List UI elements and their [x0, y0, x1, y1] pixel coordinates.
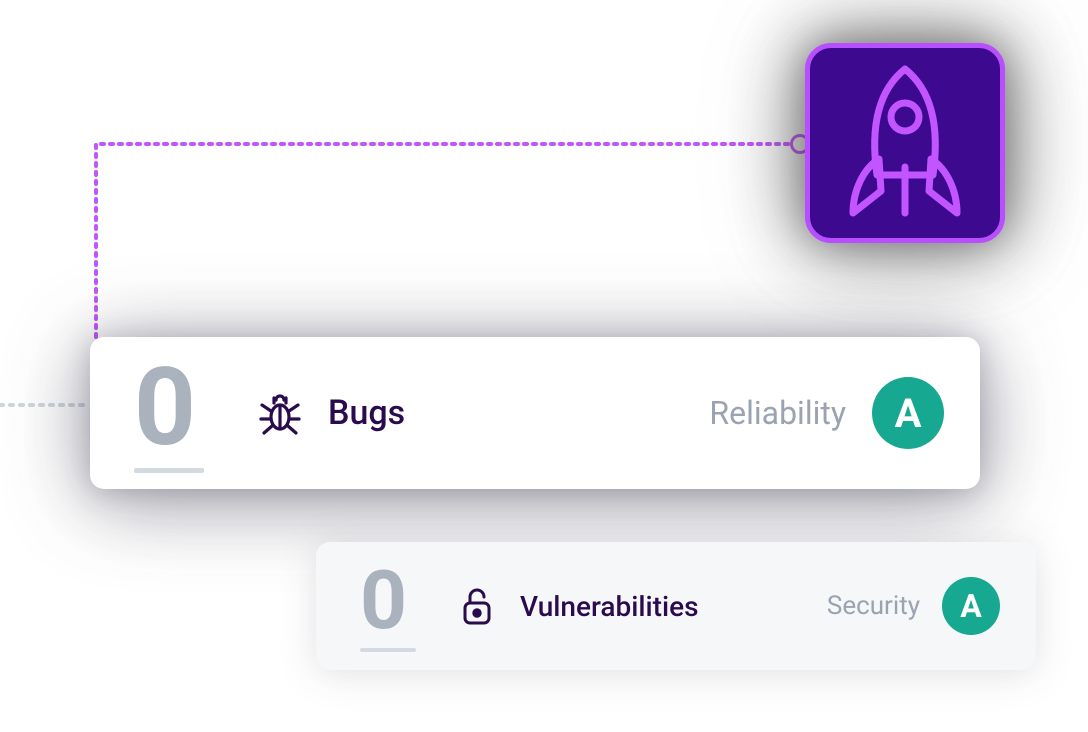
- rocket-icon: [835, 63, 975, 223]
- metric-card-vulnerabilities[interactable]: 0 Vulnerabilities Security A: [316, 542, 1036, 670]
- metric-count: 0: [360, 560, 416, 652]
- metric-card-bugs[interactable]: 0 Bugs Reliability A: [90, 337, 980, 489]
- bugs-count-value: 0: [134, 354, 204, 462]
- unlock-icon: [458, 586, 496, 626]
- bugs-category-label: Reliability: [709, 394, 846, 432]
- bug-icon: [256, 389, 304, 437]
- bugs-grade-badge: A: [872, 377, 944, 449]
- bugs-label: Bugs: [328, 393, 405, 433]
- rocket-badge-container: [780, 18, 1030, 268]
- vuln-count-value: 0: [360, 560, 416, 642]
- vuln-grade-badge: A: [942, 577, 1000, 635]
- metric-count: 0: [134, 354, 204, 473]
- vuln-label: Vulnerabilities: [520, 590, 699, 623]
- vuln-category-label: Security: [827, 591, 920, 621]
- rocket-badge[interactable]: [805, 43, 1005, 243]
